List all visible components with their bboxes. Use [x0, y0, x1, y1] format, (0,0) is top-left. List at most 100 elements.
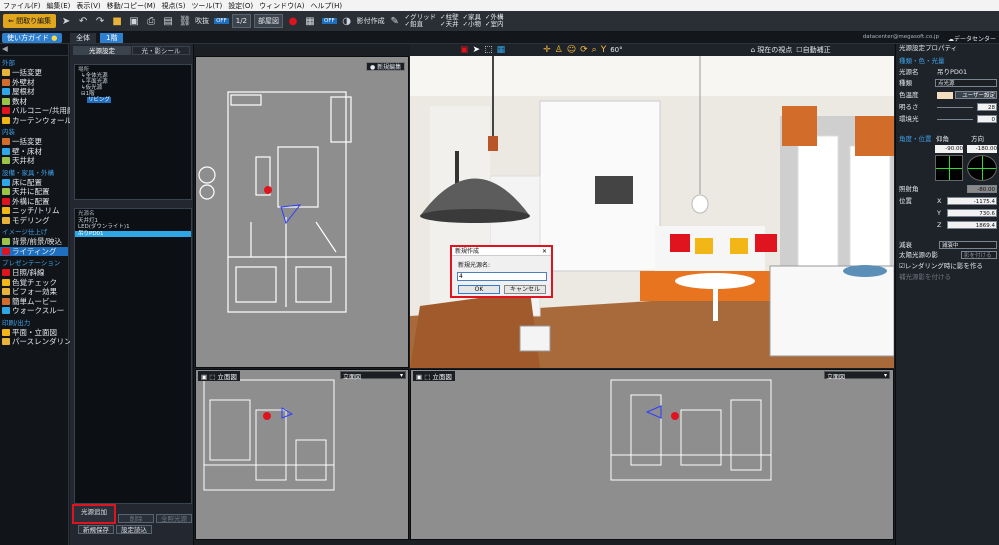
elev-value[interactable]: -90.00 — [935, 145, 963, 153]
ambient-slider[interactable] — [937, 119, 973, 120]
view-select[interactable]: 部屋図 — [254, 14, 284, 28]
close-icon[interactable]: ✕ — [542, 247, 547, 256]
menu-move[interactable]: 移動/コピー(M) — [107, 1, 156, 11]
save-icon[interactable]: ▣ — [127, 14, 141, 28]
guide-button[interactable]: 使い方ガイド ● — [2, 33, 63, 43]
sidebar-item[interactable]: 屋根材 — [0, 87, 68, 97]
brush-icon[interactable]: ✎ — [388, 14, 402, 28]
check-small[interactable]: ✓小物 — [463, 21, 481, 28]
light-marker-plan[interactable] — [264, 186, 272, 194]
shadow-icon[interactable]: ◑ — [340, 14, 354, 28]
menu-viewpoint[interactable]: 視点(S) — [162, 1, 186, 11]
display-toggle[interactable]: OFF — [322, 18, 337, 24]
cancel-button[interactable]: キャンセル — [504, 285, 546, 294]
auto-correct-check[interactable]: ☐自動補正 — [796, 45, 830, 55]
sidebar-item[interactable]: パースレンダリング — [0, 337, 79, 347]
sidebar-item[interactable]: ウォークスルー — [0, 306, 68, 316]
check-ceiling[interactable]: ✓天井 — [440, 21, 458, 28]
render-shadow-check[interactable]: ☑レンダリング時に影を作る — [899, 262, 997, 271]
menu-file[interactable]: ファイル(F) — [3, 1, 41, 11]
tab-light-settings[interactable]: 光源設定 — [73, 46, 131, 55]
load-settings-button[interactable]: 設定読込 — [116, 525, 152, 534]
dir-value[interactable]: -180.00 — [967, 145, 997, 153]
copy-light-button[interactable]: 全照光源 — [156, 514, 192, 523]
data-center-link[interactable]: ☁データセンター — [948, 34, 996, 43]
elev1-select[interactable]: 立面図 ▾ — [340, 371, 406, 381]
tab-all[interactable]: 全体 — [70, 33, 96, 43]
elev-dial[interactable] — [935, 155, 963, 181]
person-icon[interactable]: ☺ — [567, 45, 576, 55]
sidebar-item[interactable]: ライティング — [0, 246, 68, 256]
grid-icon[interactable]: ▦ — [497, 45, 506, 55]
tree-item-living[interactable]: リビング — [78, 97, 188, 103]
collapse-icon[interactable]: ◀ — [0, 44, 8, 53]
pos-z-value[interactable]: 1869.4 — [947, 221, 997, 229]
menu-view[interactable]: 表示(V) — [76, 1, 100, 11]
menu-settings[interactable]: 設定(O) — [228, 1, 253, 11]
camera-marker-elev2[interactable] — [645, 405, 662, 419]
elev2-select[interactable]: 立面図 ▾ — [824, 371, 890, 381]
light-name-input[interactable] — [457, 272, 547, 281]
zoom-icon[interactable]: ⌕ — [592, 45, 597, 55]
move-icon[interactable]: ✛ — [543, 45, 551, 55]
sidebar-item[interactable]: 天井材 — [0, 156, 68, 166]
color-swatch[interactable] — [937, 92, 953, 99]
lens-icon[interactable]: Y — [601, 45, 607, 55]
brightness-slider[interactable] — [937, 107, 973, 108]
elevation-viewport-left[interactable] — [195, 369, 409, 540]
menu-tools[interactable]: ツール(T) — [191, 1, 222, 11]
image-icon[interactable]: ▤ — [161, 14, 175, 28]
car-icon[interactable]: ● — [286, 14, 300, 28]
elevation-viewport-right[interactable] — [410, 369, 894, 540]
tab-light-shadow-seal[interactable]: 光・影シール — [132, 46, 190, 55]
decay-select[interactable]: 減衰中 — [939, 241, 997, 249]
select-icon[interactable]: ⬚ — [484, 45, 493, 55]
check-vertical[interactable]: ✓鉛直 — [405, 21, 436, 28]
display-icon[interactable]: ▦ — [303, 14, 317, 28]
rotate-icon[interactable]: ⟳ — [580, 45, 588, 55]
add-light-button[interactable]: 光源追加 — [72, 504, 116, 524]
menu-edit[interactable]: 編集(E) — [47, 1, 71, 11]
sub-shadow-check[interactable]: 補光源影を付ける — [899, 273, 997, 282]
redo-icon[interactable]: ↷ — [93, 14, 107, 28]
layer-toggle[interactable]: OFF — [214, 18, 229, 24]
ok-button[interactable]: OK — [458, 285, 500, 294]
delete-light-button[interactable]: 削除 — [118, 514, 154, 523]
pos-y-value[interactable]: 730.6 — [947, 209, 997, 217]
folder-icon[interactable]: ■ — [110, 14, 124, 28]
sun-shadow-select[interactable]: 影を付ける — [961, 251, 997, 259]
link-icon[interactable]: ⛓ — [178, 14, 192, 28]
shape-icon[interactable]: ▣ — [460, 45, 469, 55]
sidebar-item[interactable]: カーテンウォール — [0, 116, 72, 126]
print-icon[interactable]: ⎙ — [144, 14, 158, 28]
add-light-label: 光源追加 — [81, 508, 107, 516]
light-marker-elev1[interactable] — [263, 412, 271, 420]
tab-floor1[interactable]: 1階 — [100, 33, 124, 43]
menu-help[interactable]: ヘルプ(H) — [310, 1, 342, 11]
current-viewpoint-button[interactable]: ⌂ 現在の視点 — [751, 45, 793, 55]
pointer-icon[interactable]: ➤ — [473, 45, 481, 55]
plan-viewport[interactable] — [195, 56, 409, 368]
back-to-floorplan-button[interactable]: ⇐ 間取り編集 — [3, 14, 57, 28]
pos-x-value[interactable]: -1175.4 — [947, 197, 997, 205]
walk-icon[interactable]: ♙ — [555, 45, 563, 55]
light-item-selected[interactable]: 吊りPD01 — [75, 230, 191, 237]
light-marker-elev2[interactable] — [671, 412, 679, 420]
dir-dial[interactable] — [967, 155, 997, 181]
page-select[interactable]: 1/2 — [231, 14, 252, 28]
undo-icon[interactable]: ↶ — [76, 14, 90, 28]
perspective-viewport[interactable] — [410, 56, 894, 368]
pointer-icon[interactable]: ➤ — [59, 14, 73, 28]
sidebar-item[interactable]: モデリング — [0, 216, 68, 226]
plan-edit-button[interactable]: ● 新規編集 — [366, 62, 406, 71]
check-interior[interactable]: ✓室内 — [485, 21, 503, 28]
make-shadow-button[interactable]: 影付作成 — [357, 16, 385, 26]
menu-window[interactable]: ウィンドウ(A) — [259, 1, 304, 11]
camera-marker-plan[interactable] — [280, 204, 302, 225]
kind-select[interactable]: 点光源 — [935, 79, 997, 87]
spread-value[interactable]: -80.00 — [967, 185, 997, 193]
ambient-value[interactable]: 0 — [977, 115, 997, 123]
color-preset-select[interactable]: ユーザー設定 — [955, 91, 997, 99]
new-save-button[interactable]: 新規保存 — [78, 525, 114, 534]
brightness-value[interactable]: 28 — [977, 103, 997, 111]
